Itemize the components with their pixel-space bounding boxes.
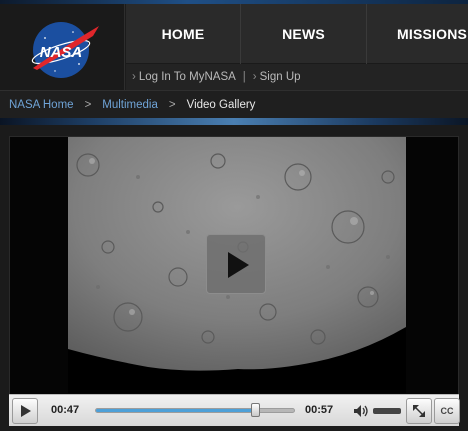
breadcrumb-multimedia[interactable]: Multimedia bbox=[102, 99, 158, 111]
logo-cell: NASA bbox=[0, 4, 125, 90]
nav-home[interactable]: HOME bbox=[126, 4, 241, 64]
account-bar: › Log In To MyNASA | › Sign Up bbox=[126, 64, 468, 90]
progress-fill bbox=[96, 409, 259, 412]
player-controls: 00:47 00:57 CC bbox=[9, 394, 460, 426]
login-link[interactable]: Log In To MyNASA bbox=[139, 71, 236, 83]
breadcrumb-arrow: > bbox=[84, 98, 92, 111]
volume-icon[interactable] bbox=[353, 404, 369, 418]
site-header: NASA HOME NEWS MISSIONS › Log In To MyNA… bbox=[0, 0, 468, 90]
separator: | bbox=[242, 71, 246, 83]
logo-wordmark: NASA bbox=[40, 44, 83, 61]
breadcrumb-nasa-home[interactable]: NASA Home bbox=[9, 99, 74, 111]
expand-button[interactable] bbox=[406, 398, 432, 424]
volume-slider[interactable] bbox=[373, 408, 401, 414]
closed-captions-button[interactable]: CC bbox=[434, 398, 460, 424]
total-time: 00:57 bbox=[305, 404, 334, 416]
play-icon bbox=[228, 252, 249, 278]
play-button[interactable] bbox=[12, 398, 38, 424]
nav-news[interactable]: NEWS bbox=[241, 4, 367, 64]
signup-link[interactable]: Sign Up bbox=[260, 71, 301, 83]
main-nav: HOME NEWS MISSIONS bbox=[126, 4, 468, 64]
breadcrumb-current: Video Gallery bbox=[186, 98, 256, 111]
scrub-handle[interactable] bbox=[251, 403, 260, 417]
breadcrumb-arrow: > bbox=[168, 98, 176, 111]
big-play-button[interactable] bbox=[206, 234, 266, 294]
elapsed-time: 00:47 bbox=[51, 404, 80, 416]
breadcrumb: NASA Home > Multimedia > Video Gallery bbox=[0, 90, 468, 118]
nav-missions[interactable]: MISSIONS bbox=[367, 4, 468, 64]
progress-track[interactable] bbox=[95, 408, 295, 413]
expand-icon bbox=[413, 405, 425, 417]
decorative-banner-strip bbox=[0, 118, 468, 125]
chevron-icon: › bbox=[252, 71, 257, 83]
nasa-logo[interactable]: NASA bbox=[25, 16, 101, 82]
chevron-icon: › bbox=[132, 71, 136, 83]
play-icon bbox=[21, 405, 31, 417]
